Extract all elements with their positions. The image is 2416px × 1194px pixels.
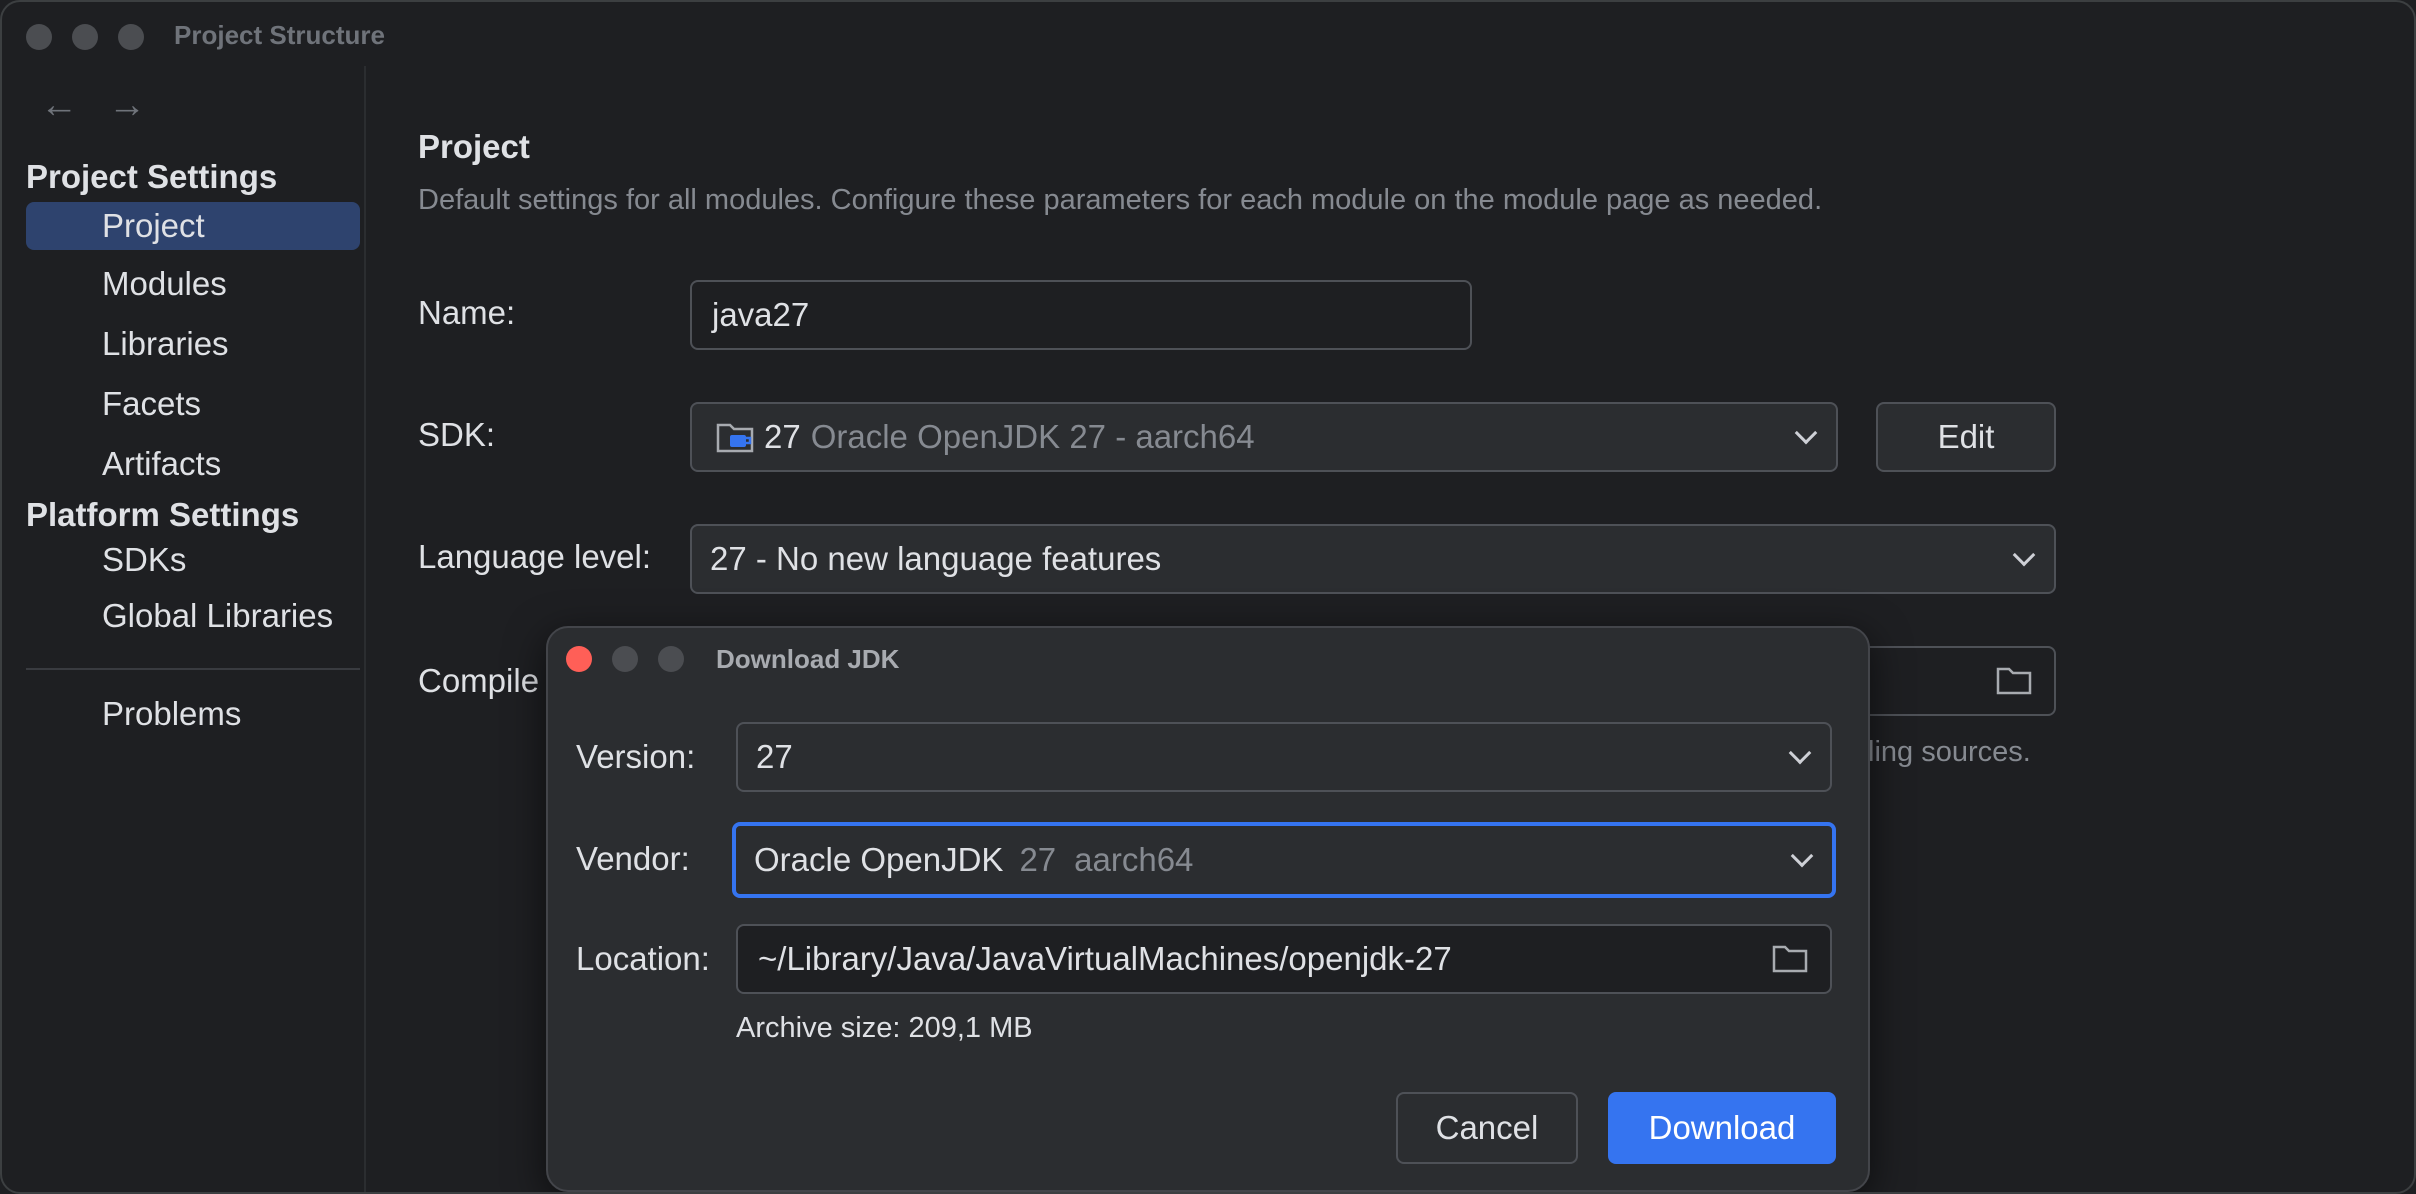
project-name-value: java27 xyxy=(712,296,810,333)
chevron-down-icon xyxy=(1794,421,1818,445)
chevron-down-icon xyxy=(2012,543,2036,567)
project-name-input[interactable]: java27 xyxy=(690,280,1472,350)
folder-icon[interactable] xyxy=(1996,666,2032,696)
location-label: Location: xyxy=(576,940,710,977)
folder-icon[interactable] xyxy=(1772,944,1808,974)
sdk-version: 27 xyxy=(764,418,801,455)
dialog-zoom-button[interactable] xyxy=(658,646,684,672)
sidebar-item-facets[interactable]: Facets xyxy=(26,380,360,428)
vendor-arch: aarch64 xyxy=(1074,841,1194,878)
sidebar-item-artifacts[interactable]: Artifacts xyxy=(26,440,360,488)
compiler-output-input[interactable] xyxy=(1848,646,2056,716)
compiler-output-hint: ling sources. xyxy=(1868,736,2031,768)
dialog-minimize-button[interactable] xyxy=(612,646,638,672)
sidebar: ← → Project Settings Project Modules Lib… xyxy=(2,66,366,1192)
close-window-button[interactable] xyxy=(26,24,52,50)
project-settings-heading: Project Settings xyxy=(26,158,278,195)
sidebar-item-problems[interactable]: Problems xyxy=(26,690,360,738)
sidebar-item-sdks[interactable]: SDKs xyxy=(26,536,360,584)
edit-sdk-button[interactable]: Edit xyxy=(1876,402,2056,472)
location-value: ~/Library/Java/JavaVirtualMachines/openj… xyxy=(758,940,1452,977)
platform-settings-heading: Platform Settings xyxy=(26,496,300,533)
sidebar-divider xyxy=(26,668,360,670)
location-input[interactable]: ~/Library/Java/JavaVirtualMachines/openj… xyxy=(736,924,1832,994)
chevron-down-icon xyxy=(1790,844,1814,868)
sidebar-item-modules[interactable]: Modules xyxy=(26,260,360,308)
language-level-value: 27 - No new language features xyxy=(710,540,1162,577)
name-label: Name: xyxy=(418,294,516,331)
sdk-name: Oracle OpenJDK 27 - aarch64 xyxy=(810,418,1255,455)
forward-arrow-icon[interactable]: → xyxy=(108,86,146,124)
version-label: Version: xyxy=(576,738,696,775)
archive-size: Archive size: 209,1 MB xyxy=(736,1012,1033,1044)
dialog-close-button[interactable] xyxy=(566,646,592,672)
sidebar-item-project[interactable]: Project xyxy=(26,202,360,250)
project-structure-window: Project Structure ← → Project Settings P… xyxy=(0,0,2416,1194)
sidebar-item-global-libraries[interactable]: Global Libraries xyxy=(26,592,360,640)
dialog-title: Download JDK xyxy=(716,644,900,674)
cancel-button[interactable]: Cancel xyxy=(1396,1092,1578,1164)
download-jdk-dialog: Download JDK Version: 27 Vendor: Oracle … xyxy=(546,626,1870,1192)
download-button[interactable]: Download xyxy=(1608,1092,1836,1164)
sidebar-item-libraries[interactable]: Libraries xyxy=(26,320,360,368)
jdk-folder-icon xyxy=(716,423,754,453)
vendor-select[interactable]: Oracle OpenJDK 27 aarch64 xyxy=(732,822,1836,898)
page-description: Default settings for all modules. Config… xyxy=(418,184,1823,216)
version-value: 27 xyxy=(756,738,793,775)
zoom-window-button[interactable] xyxy=(118,24,144,50)
back-arrow-icon[interactable]: ← xyxy=(40,86,78,124)
title-bar: Project Structure xyxy=(2,2,2414,66)
vendor-label: Vendor: xyxy=(576,840,690,877)
vendor-version: 27 xyxy=(1019,841,1057,878)
minimize-window-button[interactable] xyxy=(72,24,98,50)
sdk-label: SDK: xyxy=(418,416,496,453)
chevron-down-icon xyxy=(1788,741,1812,765)
vendor-name: Oracle OpenJDK xyxy=(754,841,1004,878)
language-level-select[interactable]: 27 - No new language features xyxy=(690,524,2056,594)
language-level-label: Language level: xyxy=(418,538,652,575)
version-select[interactable]: 27 xyxy=(736,722,1832,792)
window-title: Project Structure xyxy=(174,20,385,50)
page-title: Project xyxy=(418,128,530,165)
sdk-select[interactable]: 27 Oracle OpenJDK 27 - aarch64 xyxy=(690,402,1838,472)
compiler-output-label: Compile xyxy=(418,662,540,699)
